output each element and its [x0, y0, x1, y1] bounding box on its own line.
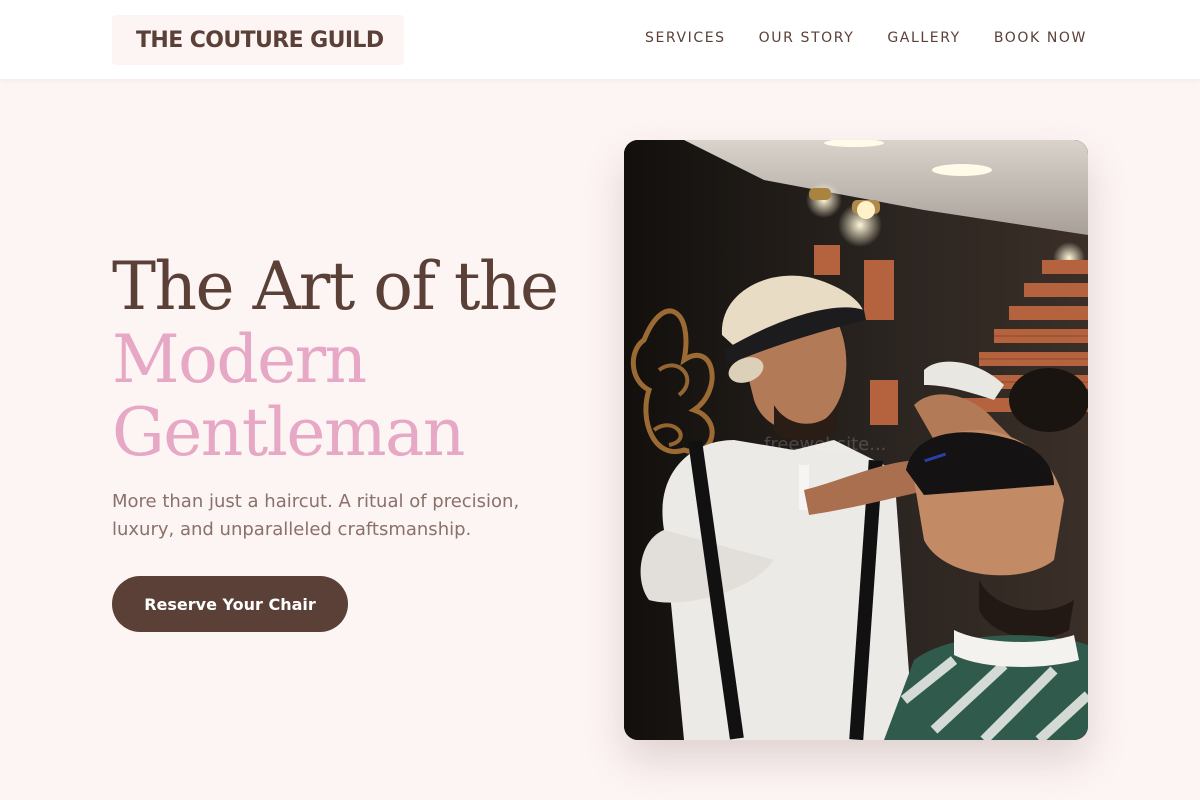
- nav-item-book-now[interactable]: BOOK NOW: [994, 30, 1087, 46]
- barber-scene-illustration: freewebsite...: [624, 140, 1088, 740]
- hero-headline: The Art of the Modern Gentleman: [112, 248, 559, 471]
- headline-line-1: The Art of the: [112, 248, 559, 325]
- nav-item-our-story[interactable]: OUR STORY: [759, 30, 855, 46]
- headline-line-2: Modern: [112, 321, 367, 398]
- nav-item-services[interactable]: SERVICES: [645, 30, 726, 46]
- main-nav: SERVICES OUR STORY GALLERY BOOK NOW: [645, 30, 1087, 46]
- site-header: THE COUTURE GUILD SERVICES OUR STORY GAL…: [0, 0, 1200, 79]
- headline-line-3: Gentleman: [112, 394, 465, 471]
- brand-logo[interactable]: THE COUTURE GUILD: [112, 15, 404, 65]
- image-watermark: freewebsite...: [764, 434, 886, 455]
- nav-item-gallery[interactable]: GALLERY: [887, 30, 960, 46]
- hero-photo: freewebsite...: [624, 140, 1088, 740]
- hero-tagline: More than just a haircut. A ritual of pr…: [112, 491, 520, 540]
- reserve-chair-button[interactable]: Reserve Your Chair: [112, 576, 348, 632]
